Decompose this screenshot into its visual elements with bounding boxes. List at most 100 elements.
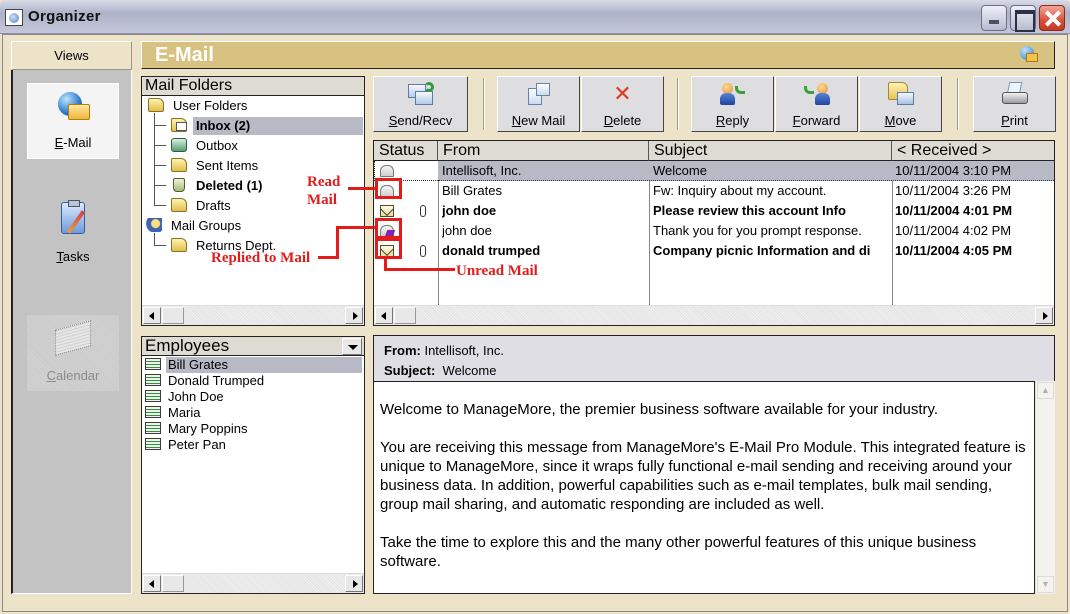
folder-mail-groups[interactable]: Mail Groups <box>146 217 244 237</box>
folder-label: Drafts <box>196 198 231 213</box>
attachment-paperclip-icon <box>420 245 426 257</box>
employee-item[interactable]: Bill Grates <box>142 357 364 373</box>
message-row[interactable]: john doe Thank you for you prompt respon… <box>374 221 1054 241</box>
message-row[interactable]: donald trumped Company picnic Informatio… <box>374 241 1054 261</box>
app-icon <box>5 9 23 26</box>
email-globe-icon <box>1020 46 1038 64</box>
annotation-read-box <box>375 178 402 199</box>
scroll-right-arrow-icon[interactable] <box>345 575 363 592</box>
message-received: 10/11/2004 4:05 PM <box>895 243 1013 258</box>
message-row[interactable]: john doe Please review this account Info… <box>374 201 1054 221</box>
employee-item[interactable]: Mary Poppins <box>142 421 364 437</box>
annotation-unread-line <box>384 268 455 271</box>
views-sidebar: E-Mail Tasks Calendar <box>11 70 132 594</box>
unread-mail-icon <box>380 205 394 217</box>
close-button[interactable] <box>1039 5 1065 31</box>
employee-item[interactable]: Peter Pan <box>142 437 364 453</box>
preview-vertical-scrollbar[interactable]: ▲ ▼ <box>1036 381 1055 594</box>
mail-groups-icon <box>146 218 162 232</box>
send-recv-button[interactable]: Send/Recv <box>373 76 468 132</box>
contact-card-icon <box>145 358 161 370</box>
module-header: E-Mail <box>141 41 1055 69</box>
print-button[interactable]: Print <box>973 76 1056 132</box>
scroll-right-arrow-icon[interactable] <box>345 307 363 324</box>
new-mail-icon <box>526 82 552 106</box>
column-received[interactable]: < Received > <box>892 141 1054 161</box>
employees-dropdown-button[interactable] <box>342 338 362 355</box>
folder-label: Deleted (1) <box>196 178 263 193</box>
messages-horizontal-scrollbar[interactable] <box>374 305 1054 325</box>
folder-deleted[interactable]: Deleted (1) <box>171 177 265 197</box>
folder-label: Outbox <box>196 138 238 153</box>
preview-from: From: Intellisoft, Inc. <box>384 343 504 358</box>
scroll-left-arrow-icon[interactable] <box>143 307 161 324</box>
forward-button[interactable]: Forward <box>775 76 858 132</box>
employee-item[interactable]: Maria <box>142 405 364 421</box>
scroll-thumb[interactable] <box>394 307 416 324</box>
annotation-replied-label: Replied to Mail <box>211 250 311 266</box>
folders-icon <box>148 98 164 112</box>
new-mail-button[interactable]: New Mail <box>497 76 580 132</box>
folder-sent-items[interactable]: Sent Items <box>171 157 261 177</box>
scroll-left-arrow-icon[interactable] <box>375 307 393 324</box>
message-received: 10/11/2004 3:26 PM <box>895 183 1012 198</box>
message-subject: Please review this account Info <box>653 203 846 218</box>
message-received: 10/11/2004 4:02 PM <box>895 223 1012 238</box>
views-header: Views <box>11 41 132 70</box>
inbox-icon <box>171 118 187 132</box>
employee-item[interactable]: John Doe <box>142 389 364 405</box>
folder-inbox[interactable]: Inbox (2) <box>171 117 363 137</box>
trash-icon <box>173 178 185 192</box>
reply-button[interactable]: Reply <box>691 76 774 132</box>
move-label: Move <box>884 113 917 128</box>
preview-paragraph: Take the time to explore this and the ma… <box>380 534 977 570</box>
folder-drafts[interactable]: Drafts <box>171 197 234 217</box>
scroll-thumb[interactable] <box>162 575 184 592</box>
scroll-thumb[interactable] <box>162 307 184 324</box>
mail-folders-title: Mail Folders <box>142 77 364 96</box>
delete-button[interactable]: ✕ Delete <box>581 76 664 132</box>
employees-horizontal-scrollbar[interactable] <box>142 573 364 593</box>
reply-label: Reply <box>715 113 750 128</box>
move-button[interactable]: Move <box>859 76 942 132</box>
scroll-down-arrow-icon[interactable]: ▼ <box>1037 576 1054 593</box>
view-calendar-label: Calendar <box>46 368 100 383</box>
message-row[interactable]: Bill Grates Fw: Inquiry about my account… <box>374 181 1054 201</box>
calendar-icon <box>55 320 91 356</box>
column-subject[interactable]: Subject <box>649 141 892 161</box>
maximize-button[interactable] <box>1010 5 1036 32</box>
message-subject: Welcome <box>653 163 707 178</box>
annotation-replied-line <box>336 226 339 259</box>
folder-outbox[interactable]: Outbox <box>171 137 241 157</box>
contact-card-icon <box>145 438 161 450</box>
message-subject: Thank you for you prompt response. <box>653 223 862 238</box>
view-tasks-label: Tasks <box>56 249 90 264</box>
message-received: 10/11/2004 3:10 PM <box>895 163 1012 178</box>
scroll-up-arrow-icon[interactable]: ▲ <box>1037 382 1054 399</box>
employees-title: Employees <box>142 337 364 356</box>
scroll-right-arrow-icon[interactable] <box>1035 307 1053 324</box>
tasks-clipboard-icon <box>61 200 85 234</box>
employees-title-text: Employees <box>145 336 230 355</box>
preview-body[interactable]: Welcome to ManageMore, the premier busin… <box>373 381 1035 594</box>
view-calendar[interactable]: Calendar <box>27 315 119 391</box>
annotation-unread-label: Unread Mail <box>456 263 538 279</box>
view-email[interactable]: E-Mail <box>27 83 119 159</box>
preview-subject: Subject: Welcome <box>384 363 496 378</box>
folder-user-folders[interactable]: User Folders <box>148 97 250 117</box>
send-receive-icon <box>407 82 434 106</box>
message-row[interactable]: Intellisoft, Inc. Welcome 10/11/2004 3:1… <box>374 161 1054 181</box>
minimize-button[interactable] <box>981 5 1007 31</box>
sent-items-icon <box>171 158 187 172</box>
printer-icon <box>1001 82 1028 106</box>
employee-item[interactable]: Donald Trumped <box>142 373 364 389</box>
preview-header: From: Intellisoft, Inc. Subject: Welcome <box>373 335 1055 381</box>
column-status[interactable]: Status <box>374 141 438 161</box>
scroll-left-arrow-icon[interactable] <box>143 575 161 592</box>
column-from[interactable]: From <box>438 141 649 161</box>
attachment-paperclip-icon <box>420 205 426 217</box>
folders-horizontal-scrollbar[interactable] <box>142 305 364 325</box>
message-subject: Fw: Inquiry about my account. <box>653 183 827 198</box>
message-list: Status From Subject < Received > Intelli… <box>373 140 1055 326</box>
view-tasks[interactable]: Tasks <box>27 196 119 272</box>
